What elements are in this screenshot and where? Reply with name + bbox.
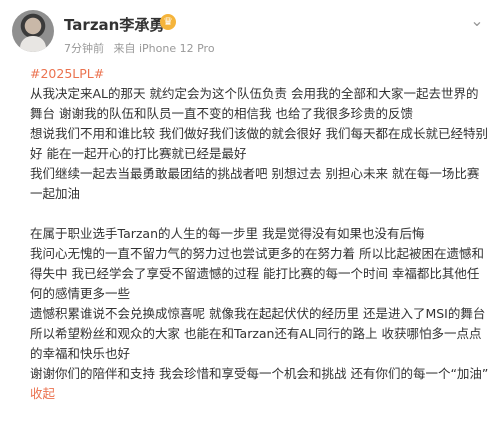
post-paragraph-7: 所以希望粉丝和观众的大家 也能在和Tarzan还有AL同行的路上 收获哪怕多一点… (30, 326, 482, 361)
post-paragraph-2: 想说我们不用和谁比较 我们做好我们该做的就会很好 我们每天都在成长就已经特别好 … (30, 126, 488, 161)
post-paragraph-6: 遗憾积累谁说不会兑换成惊喜呢 就像我在起起伏伏的经历里 还是进入了MSI的舞台 (30, 306, 486, 321)
post-paragraph-4: 在属于职业选手Tarzan的人生的每一步里 我是觉得没有如果也没有后悔 (30, 226, 425, 241)
post-time: 7分钟前 (64, 42, 104, 55)
chevron-down-icon[interactable]: ⌄ (468, 12, 486, 30)
post-paragraph-1: 从我决定来AL的那天 就约定会为这个队伍负责 会用我的全部和大家一起去世界的舞台… (30, 86, 479, 121)
post-paragraph-5: 我问心无愧的一直不留力气的努力过也尝试更多的在努力着 所以比起被困在遗憾和得失中… (30, 246, 484, 301)
post-paragraph-8-line: 谢谢你们的陪伴和支持 我会珍惜和享受每一个机会和挑战 还有你们的每一个“加油” … (30, 364, 490, 404)
post-header: Tarzan李承勇 ♛ 7分钟前 来自 iPhone 12 Pro ⌄ (12, 8, 488, 58)
vip-badge-icon[interactable]: ♛ (160, 14, 176, 30)
post-content: #2025LPL# 从我决定来AL的那天 就约定会为这个队伍负责 会用我的全部和… (30, 64, 490, 404)
post-source: 来自 iPhone 12 Pro (113, 42, 215, 55)
post-meta: 7分钟前 来自 iPhone 12 Pro (64, 40, 221, 56)
post-paragraph-3: 我们继续一起去当最勇敢最团结的挑战者吧 别想过去 别担心未来 就在每一场比赛一起… (30, 166, 480, 201)
post-paragraph-8: 谢谢你们的陪伴和支持 我会珍惜和享受每一个机会和挑战 还有你们的每一个“加油” (30, 366, 489, 381)
avatar[interactable] (12, 10, 54, 52)
hashtag-line: #2025LPL# (30, 64, 490, 84)
hashtag-link[interactable]: #2025LPL# (30, 66, 104, 81)
collapse-link[interactable]: 收起 (30, 386, 55, 401)
username[interactable]: Tarzan李承勇 (64, 14, 164, 35)
